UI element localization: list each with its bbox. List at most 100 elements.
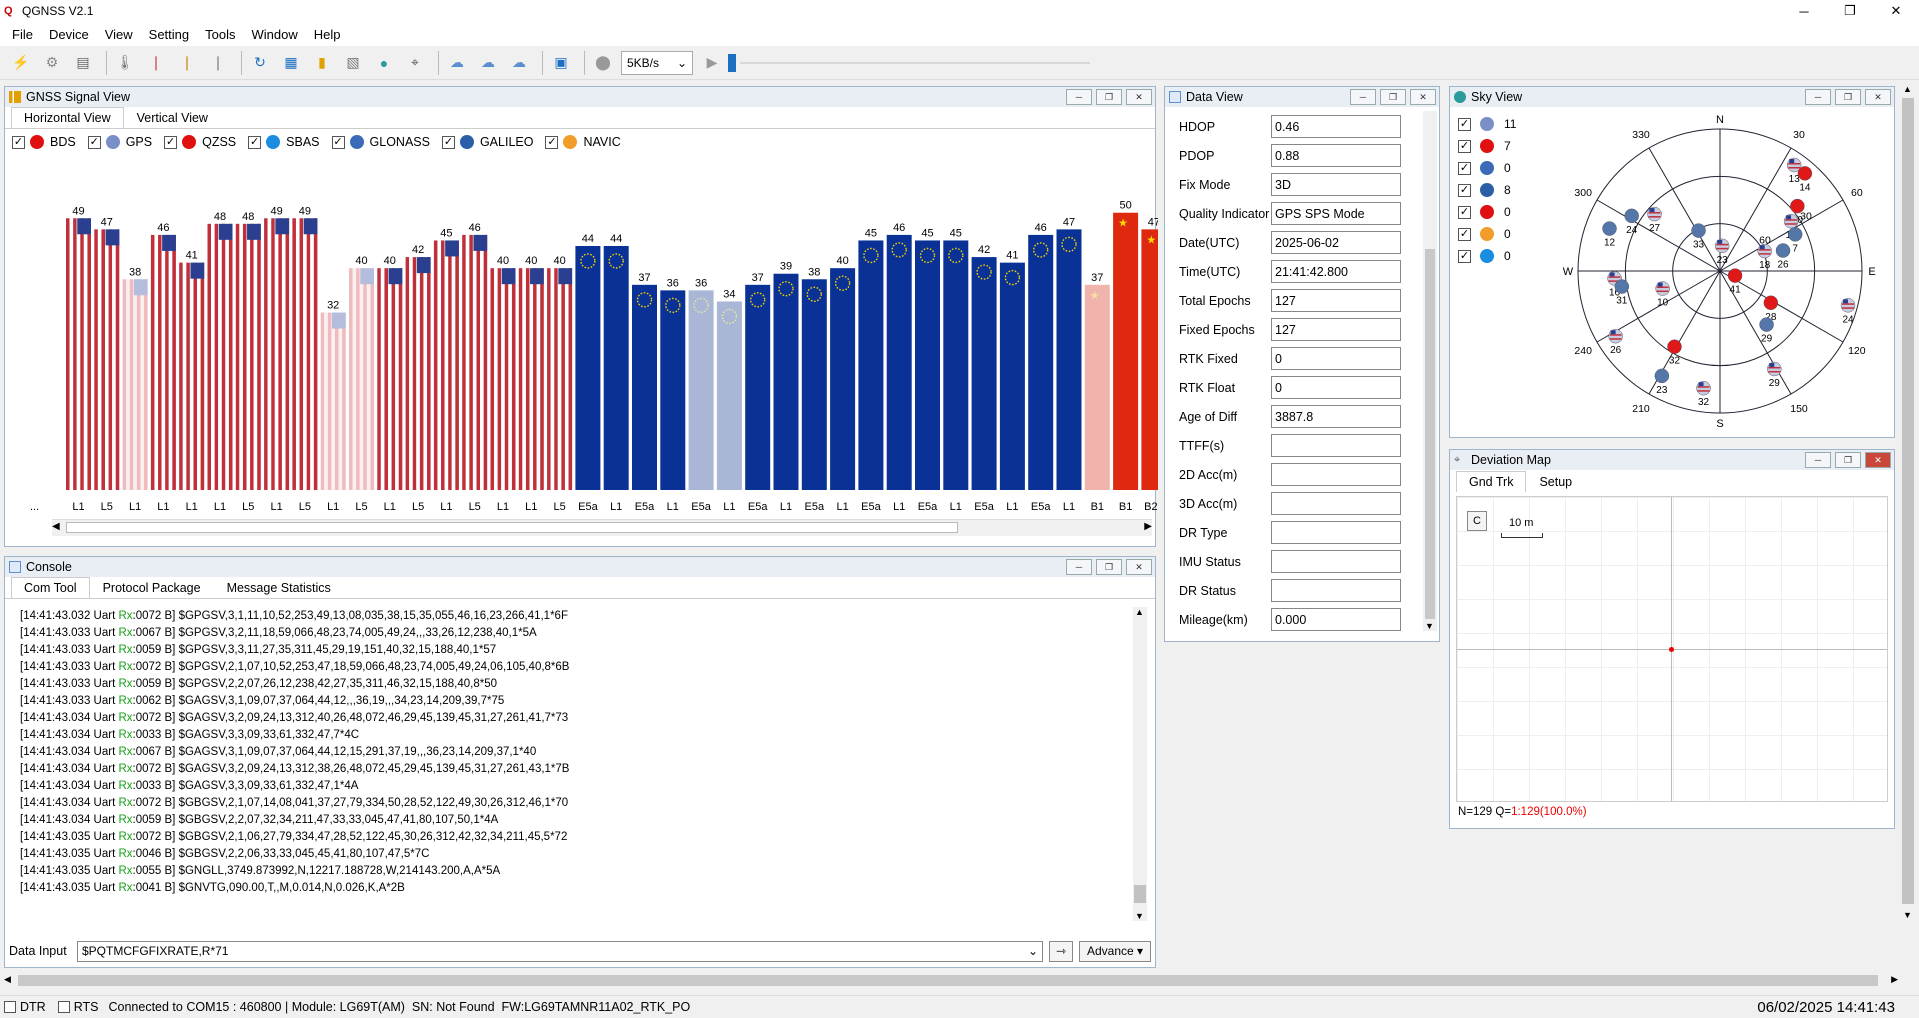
progress-handle[interactable] — [728, 53, 736, 72]
checkbox[interactable]: ✓ — [1458, 139, 1471, 153]
signal-bar[interactable] — [1028, 234, 1054, 490]
panel-close-button[interactable]: ✕ — [1126, 89, 1152, 105]
panel-minimize-button[interactable]: ─ — [1805, 89, 1831, 105]
signal-bar[interactable]: ★ — [1141, 229, 1158, 490]
menu-window[interactable]: Window — [244, 27, 306, 42]
checkbox[interactable]: ✓ — [1458, 249, 1471, 263]
checkbox[interactable]: ✓ — [441, 135, 455, 149]
signal-bar[interactable] — [1056, 229, 1082, 490]
checkbox[interactable]: ✓ — [12, 135, 25, 149]
close-button[interactable]: ✕ — [1873, 0, 1919, 22]
data-value-field[interactable]: 2025-06-02 — [1271, 231, 1401, 254]
scrollbar-thumb[interactable] — [18, 975, 1878, 986]
signal-bar[interactable] — [632, 284, 657, 490]
stop-icon[interactable]: ⬤ — [590, 50, 616, 76]
data-value-field[interactable]: 0 — [1271, 376, 1401, 399]
constellation-filter-glonass[interactable]: ✓ GLONASS — [331, 135, 430, 149]
tab-protocol-package[interactable]: Protocol Package — [90, 577, 214, 598]
menu-tools[interactable]: Tools — [197, 27, 243, 42]
satellite-marker[interactable]: 29 — [1767, 361, 1782, 389]
globe-icon[interactable]: ● — [371, 50, 397, 76]
satellite-marker[interactable]: 12 — [1602, 221, 1617, 249]
panel-minimize-button[interactable]: ─ — [1805, 452, 1831, 468]
tab-vertical-view[interactable]: Vertical View — [124, 107, 221, 128]
signal-bar[interactable] — [575, 246, 601, 490]
data-value-field[interactable]: 3D — [1271, 173, 1401, 196]
satellite-marker[interactable]: 18 — [1757, 243, 1772, 271]
tab-com-tool[interactable]: Com Tool — [11, 577, 90, 598]
connect-icon[interactable]: ⚡ — [8, 50, 34, 76]
signal-bar[interactable] — [943, 240, 969, 490]
checkbox[interactable]: ✓ — [87, 135, 101, 149]
checkbox[interactable]: ✓ — [1458, 205, 1471, 219]
panel-close-button[interactable]: ✕ — [1865, 452, 1891, 468]
minimize-button[interactable]: ─ — [1781, 0, 1827, 22]
signal-bar[interactable] — [660, 290, 686, 490]
signal-bar[interactable] — [122, 279, 148, 490]
data-value-field[interactable]: 0 — [1271, 347, 1401, 370]
data-value-field[interactable]: GPS SPS Mode — [1271, 202, 1401, 225]
location-pin-icon[interactable]: ⌖ — [402, 50, 428, 76]
speed-select[interactable]: 5KB/s ⌄ — [621, 50, 693, 75]
cloud-upload-icon[interactable]: ☁ — [475, 50, 501, 76]
satellite-marker[interactable]: 23 — [1714, 238, 1730, 266]
satellite-marker[interactable]: 32 — [1696, 380, 1711, 408]
checkbox[interactable]: ✓ — [1458, 227, 1471, 241]
signal-bar[interactable] — [915, 240, 940, 490]
console-vscroll[interactable]: ▲ ▼ — [1133, 607, 1147, 921]
satellite-marker[interactable]: 33 — [1691, 223, 1706, 251]
settings-gear-icon[interactable]: ⚙ — [39, 50, 65, 76]
data-value-field[interactable]: 0.88 — [1271, 144, 1401, 167]
thermometer-w-icon[interactable]: ❘ — [174, 50, 200, 76]
checkbox[interactable]: ✓ — [1458, 183, 1471, 197]
scroll-right-icon[interactable]: ▶ — [1891, 974, 1898, 985]
cloud-download-icon[interactable]: ☁ — [506, 50, 532, 76]
satellite-marker[interactable]: 29 — [1759, 317, 1774, 345]
panel-maximize-button[interactable]: ❐ — [1096, 559, 1122, 575]
scroll-up-icon[interactable]: ▲ — [1903, 84, 1912, 94]
checkbox[interactable]: ✓ — [1458, 117, 1471, 131]
data-value-field[interactable] — [1271, 492, 1401, 515]
refresh-icon[interactable]: ↻ — [247, 50, 273, 76]
constellation-filter-bds[interactable]: ✓ BDS — [12, 135, 76, 149]
data-value-field[interactable] — [1271, 434, 1401, 457]
constellation-filter-sbas[interactable]: ✓ SBAS — [248, 135, 320, 149]
signal-bar[interactable] — [716, 301, 742, 490]
scroll-left-icon[interactable]: ◀ — [52, 521, 60, 532]
thermometer-icon[interactable]: 🌡 — [112, 50, 138, 76]
satellite-marker[interactable]: 24 — [1840, 298, 1856, 325]
thermometer-h-icon[interactable]: ❘ — [205, 50, 231, 76]
signal-bar[interactable] — [235, 223, 261, 490]
rts-checkbox[interactable] — [57, 1001, 70, 1013]
menu-setting[interactable]: Setting — [141, 27, 197, 42]
data-value-field[interactable]: 0.000 — [1271, 608, 1401, 631]
tab-message-statistics[interactable]: Message Statistics — [214, 577, 344, 598]
database-icon[interactable]: ▦ — [278, 50, 304, 76]
advance-button[interactable]: Advance ▾ — [1079, 940, 1151, 962]
signal-bar[interactable] — [688, 290, 714, 490]
main-vscroll[interactable]: ▲ ▼ — [1900, 84, 1917, 920]
checkbox[interactable]: ✓ — [545, 135, 559, 149]
signal-bar[interactable] — [150, 234, 176, 490]
data-value-field[interactable] — [1271, 550, 1401, 573]
signal-bar[interactable] — [433, 240, 459, 490]
signal-bar[interactable] — [292, 218, 318, 490]
checkbox[interactable]: ✓ — [164, 135, 178, 149]
signal-bar[interactable] — [547, 268, 573, 490]
scroll-down-icon[interactable]: ▼ — [1903, 910, 1912, 920]
signal-bar[interactable] — [999, 262, 1025, 490]
scroll-up-icon[interactable]: ▲ — [1135, 607, 1144, 617]
panel-minimize-button[interactable]: ─ — [1350, 89, 1376, 105]
scroll-down-icon[interactable]: ▼ — [1425, 621, 1434, 631]
data-value-field[interactable]: 21:41:42.800 — [1271, 260, 1401, 283]
panel-minimize-button[interactable]: ─ — [1066, 559, 1092, 575]
checkbox[interactable]: ✓ — [331, 135, 345, 149]
panel-maximize-button[interactable]: ❐ — [1380, 89, 1406, 105]
constellation-filter-galileo[interactable]: ✓ GALILEO — [441, 135, 533, 149]
send-button[interactable]: ⇾ — [1049, 940, 1073, 962]
dtr-checkbox[interactable] — [4, 1001, 16, 1013]
menu-file[interactable]: File — [4, 27, 41, 42]
scrollbar-thumb[interactable] — [1902, 98, 1914, 904]
signal-bars-icon[interactable]: ▮ — [309, 50, 335, 76]
scroll-left-icon[interactable]: ◀ — [4, 974, 11, 985]
